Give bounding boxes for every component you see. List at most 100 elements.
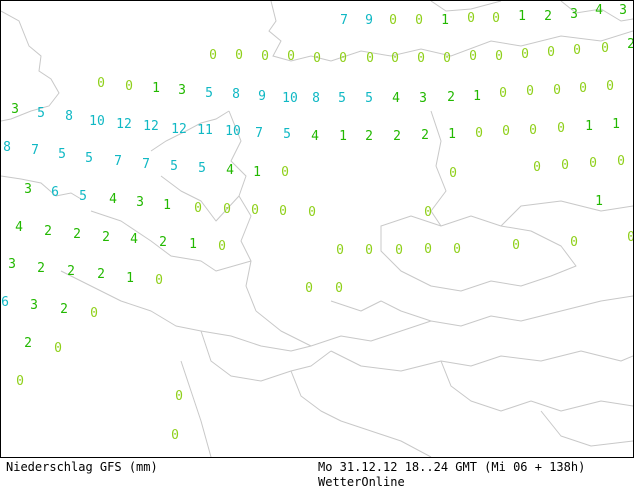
precipitation-value: 8 [65,109,73,124]
brand-label: WetterOnline [318,475,405,489]
precipitation-value: 2 [67,264,75,279]
precipitation-value: 5 [85,151,93,166]
precipitation-value: 0 [395,243,403,258]
precipitation-value: 0 [606,79,614,94]
precipitation-value: 0 [417,51,425,66]
precipitation-value: 6 [1,295,9,310]
precipitation-value: 2 [447,90,455,105]
precipitation-value: 4 [311,129,319,144]
precipitation-value: 0 [287,49,295,64]
precipitation-values: 0012343790000000000000000001200135891085… [1,3,633,443]
map-canvas: 0012343790000000000000000001200135891085… [1,1,633,457]
precipitation-value: 0 [365,243,373,258]
precipitation-value: 11 [197,123,213,138]
precipitation-value: 0 [424,242,432,257]
precipitation-value: 3 [24,182,32,197]
precipitation-value: 8 [3,140,11,155]
map-footer: Niederschlag GFS (mm) Mo 31.12.12 18..24… [0,458,634,490]
precipitation-value: 2 [365,129,373,144]
precipitation-value: 0 [533,160,541,175]
precipitation-value: 2 [102,230,110,245]
precipitation-map: 0012343790000000000000000001200135891085… [0,0,634,458]
precipitation-value: 0 [171,428,179,443]
precipitation-value: 7 [340,13,348,28]
precipitation-value: 8 [312,91,320,106]
precipitation-value: 7 [255,126,263,141]
precipitation-value: 0 [389,13,397,28]
precipitation-value: 10 [89,114,105,129]
precipitation-value: 10 [282,91,298,106]
precipitation-value: 0 [155,273,163,288]
precipitation-value: 1 [595,194,603,209]
precipitation-value: 1 [126,271,134,286]
map-title: Niederschlag GFS (mm) [6,460,158,474]
precipitation-value: 0 [16,374,24,389]
precipitation-value: 0 [502,124,510,139]
precipitation-value: 0 [339,51,347,66]
precipitation-value: 0 [279,204,287,219]
precipitation-value: 0 [573,43,581,58]
precipitation-value: 2 [393,129,401,144]
precipitation-value: 3 [8,257,16,272]
precipitation-value: 2 [24,336,32,351]
precipitation-value: 0 [499,86,507,101]
precipitation-value: 6 [51,185,59,200]
precipitation-value: 0 [218,239,226,254]
precipitation-value: 2 [44,224,52,239]
precipitation-value: 1 [163,198,171,213]
precipitation-value: 0 [281,165,289,180]
precipitation-value: 3 [419,91,427,106]
precipitation-value: 3 [570,7,578,22]
precipitation-value: 0 [223,202,231,217]
precipitation-value: 5 [205,86,213,101]
precipitation-value: 0 [313,51,321,66]
precipitation-value: 0 [125,79,133,94]
precipitation-value: 0 [492,11,500,26]
precipitation-value: 0 [175,389,183,404]
precipitation-value: 5 [283,127,291,142]
precipitation-value: 2 [73,227,81,242]
precipitation-value: 12 [143,119,159,134]
precipitation-value: 0 [579,81,587,96]
precipitation-value: 0 [570,235,578,250]
precipitation-value: 5 [58,147,66,162]
precipitation-value: 0 [475,126,483,141]
precipitation-value: 0 [553,83,561,98]
precipitation-value: 0 [561,158,569,173]
precipitation-value: 0 [521,47,529,62]
precipitation-value: 12 [171,122,187,137]
precipitation-value: 4 [109,192,117,207]
precipitation-value: 0 [335,281,343,296]
precipitation-value: 1 [518,9,526,24]
precipitation-value: 1 [448,127,456,142]
precipitation-value: 0 [305,281,313,296]
precipitation-value: 2 [159,235,167,250]
precipitation-value: 0 [194,201,202,216]
precipitation-value: 5 [79,189,87,204]
precipitation-value: 7 [31,143,39,158]
precipitation-value: 3 [136,195,144,210]
precipitation-value: 0 [251,203,259,218]
precipitation-value: 0 [209,48,217,63]
precipitation-value: 4 [595,3,603,18]
precipitation-value: 1 [253,165,261,180]
precipitation-value: 0 [601,41,609,56]
precipitation-value: 8 [232,87,240,102]
precipitation-value: 4 [15,220,23,235]
precipitation-value: 0 [366,51,374,66]
precipitation-value: 0 [526,84,534,99]
precipitation-value: 0 [529,123,537,138]
precipitation-value: 0 [415,13,423,28]
precipitation-value: 0 [261,49,269,64]
precipitation-value: 2 [627,37,633,52]
precipitation-value: 0 [235,48,243,63]
precipitation-value: 5 [365,91,373,106]
precipitation-value: 0 [617,154,625,169]
precipitation-value: 10 [225,124,241,139]
precipitation-value: 3 [619,3,627,18]
precipitation-value: 0 [54,341,62,356]
precipitation-value: 2 [60,302,68,317]
precipitation-value: 1 [339,129,347,144]
precipitation-value: 1 [612,117,620,132]
precipitation-value: 7 [142,157,150,172]
